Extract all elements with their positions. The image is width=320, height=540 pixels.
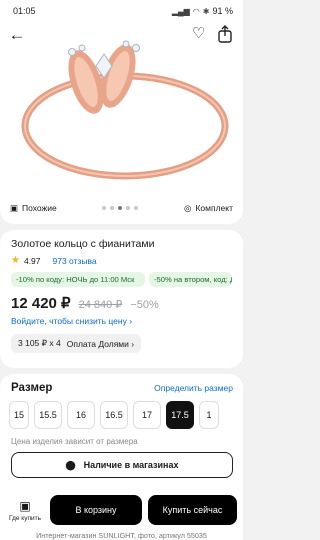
- old-price: 24 840 ₽: [78, 299, 123, 311]
- discount-label: −50%: [130, 299, 159, 311]
- product-title: Золотое кольцо с фианитами: [11, 238, 155, 250]
- store-availability-button[interactable]: ⬤ Наличие в магазинах: [11, 452, 233, 478]
- signal-icon: ▂▄▆: [171, 6, 190, 16]
- promo-badge[interactable]: -50% на втором, код: ДВА: [149, 272, 232, 287]
- reviews-link[interactable]: 973 отзыва: [53, 256, 97, 266]
- size-section: Размер Определить размер 15 15.5 16 16.5…: [0, 374, 243, 540]
- price-row: 12 420 ₽ 24 840 ₽ −50%: [11, 294, 232, 312]
- similar-link[interactable]: ▣ Похожие: [10, 203, 57, 214]
- rating-row[interactable]: ★ 4.97 973 отзыва: [11, 255, 232, 266]
- size-options: 15 15.5 16 16.5 17 17.5 1: [0, 401, 243, 431]
- battery-level: 91 %: [212, 6, 233, 16]
- installment-chip[interactable]: 3 105 ₽ х 4 Оплата Долями ›: [11, 334, 142, 353]
- gallery-dot[interactable]: [134, 206, 139, 210]
- star-icon: ★: [11, 255, 20, 266]
- find-size-link[interactable]: Определить размер: [154, 383, 233, 393]
- size-option[interactable]: 16: [67, 401, 95, 429]
- add-to-cart-button[interactable]: В корзину: [50, 495, 142, 525]
- rating-value: 4.97: [23, 255, 41, 266]
- ring-photo: [21, 40, 229, 180]
- installment-service: Оплата Долями ›: [66, 338, 135, 349]
- purchase-bar: ▣ Где купить В корзину Купить сейчас: [0, 492, 243, 528]
- store-availability-label: Наличие в магазинах: [83, 460, 179, 470]
- size-option[interactable]: 16.5: [100, 401, 128, 429]
- size-option[interactable]: 17: [133, 401, 161, 429]
- location-pin-icon: ⬤: [65, 459, 76, 470]
- gallery-dot[interactable]: [110, 206, 115, 210]
- size-option[interactable]: 15: [9, 401, 29, 429]
- size-option-selected[interactable]: 17.5: [166, 401, 194, 429]
- set-label: Комплект: [195, 203, 233, 213]
- gallery-dot[interactable]: [126, 206, 131, 210]
- similar-icon: ▣: [10, 202, 19, 213]
- gallery-dots: [102, 206, 139, 210]
- similar-label: Похожие: [22, 203, 57, 213]
- source-caption: Интернет-магазин SUNLIGHT, фото, артикул…: [36, 531, 207, 540]
- size-header: Размер Определить размер: [11, 382, 233, 394]
- gallery-controls: ▣ Похожие ◎ Комплект: [0, 198, 243, 218]
- size-option[interactable]: 15.5: [34, 401, 62, 429]
- where-to-buy-button[interactable]: ▣ Где купить: [6, 499, 44, 522]
- where-to-buy-label: Где купить: [9, 514, 41, 522]
- size-option[interactable]: 1: [199, 401, 219, 429]
- promo-badge[interactable]: -10% по коду: НОЧЬ до 11:00 Мск: [11, 272, 145, 287]
- size-price-note: Цена изделия зависит от размера: [11, 437, 138, 446]
- current-price: 12 420 ₽: [11, 295, 71, 312]
- status-bar: 01:05 ▂▄▆ ◠ ✱ 91 %: [0, 0, 243, 22]
- gallery-dot[interactable]: [102, 206, 107, 210]
- gallery-dot-active[interactable]: [118, 206, 123, 210]
- size-heading: Размер: [11, 382, 53, 394]
- wifi-icon: ◠: [192, 6, 200, 16]
- set-link[interactable]: ◎ Комплект: [184, 203, 233, 214]
- set-icon: ◎: [184, 202, 192, 213]
- status-icons: ▂▄▆ ◠ ✱ 91 %: [172, 6, 233, 16]
- status-time: 01:05: [13, 6, 36, 16]
- product-info: Золотое кольцо с фианитами ★ 4.97 973 от…: [0, 230, 243, 368]
- login-price-link[interactable]: Войдите, чтобы снизить цену ›: [11, 316, 232, 326]
- product-gallery[interactable]: ← ♡ ▣ Похожие ◎ Комплект: [0, 22, 243, 224]
- buy-now-button[interactable]: Купить сейчас: [148, 495, 237, 525]
- bluetooth-icon: ✱: [202, 6, 210, 16]
- store-icon: ▣: [19, 498, 31, 513]
- installment-amount: 3 105 ₽ х 4: [18, 338, 61, 348]
- promo-row: -10% по коду: НОЧЬ до 11:00 Мск -50% на …: [11, 272, 232, 287]
